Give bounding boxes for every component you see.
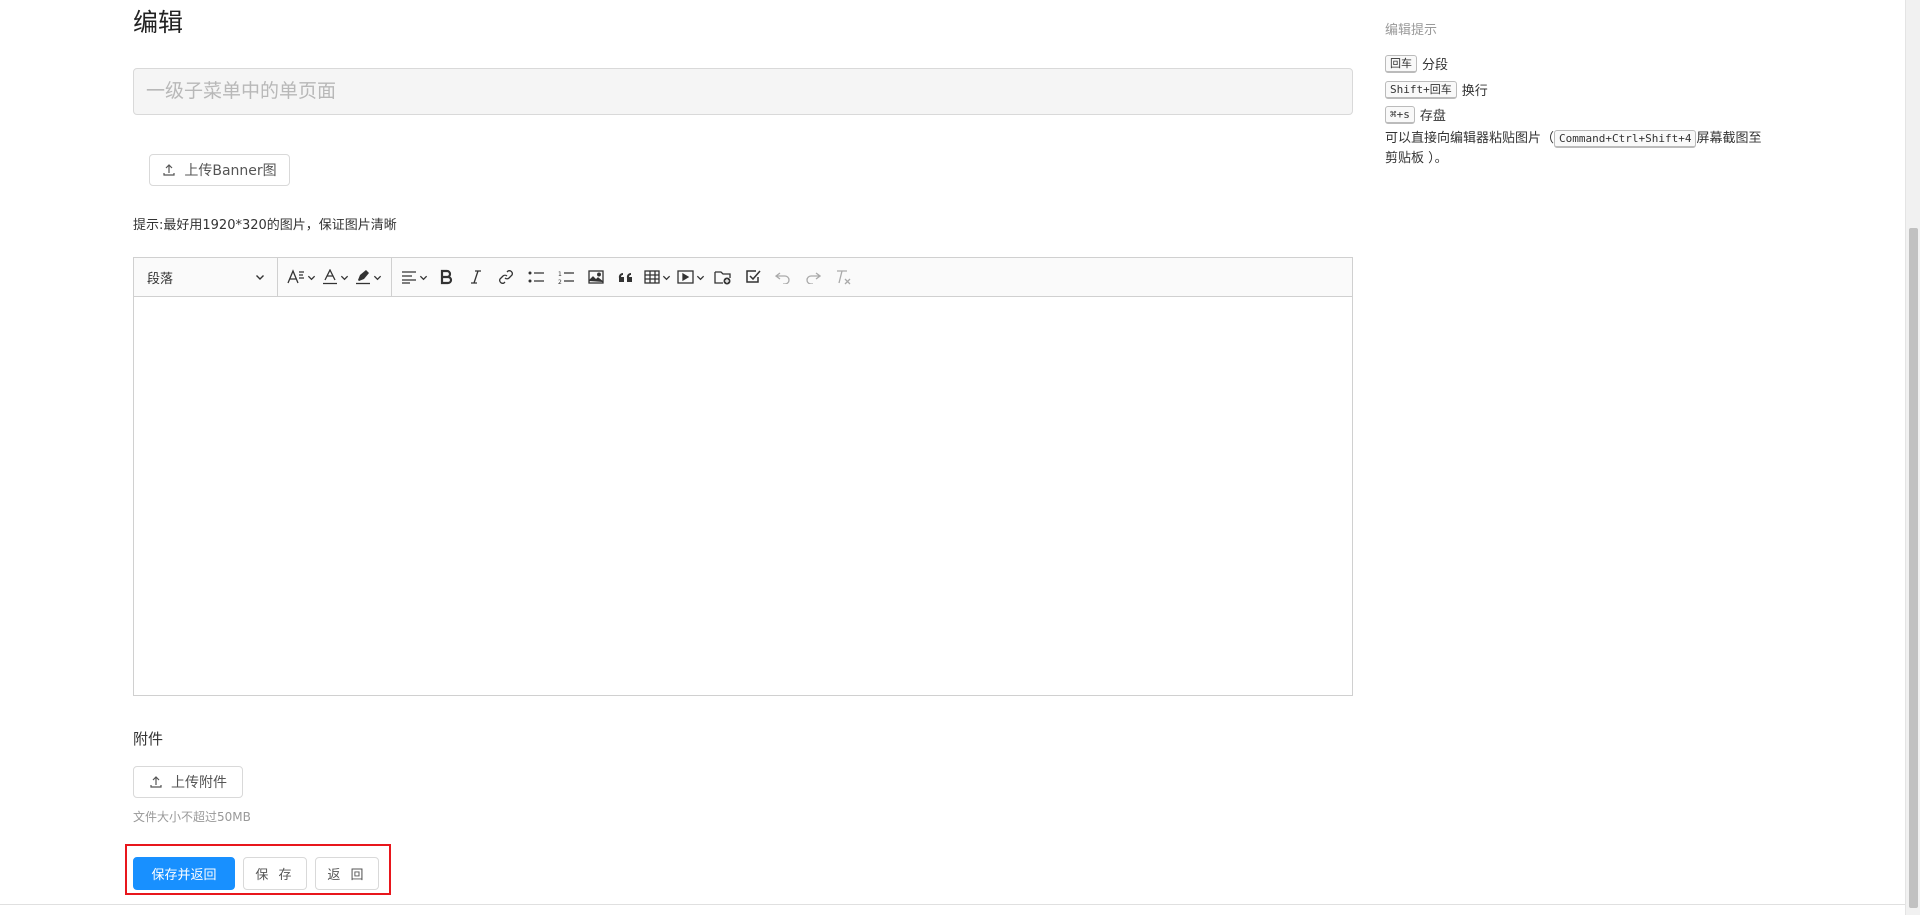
upload-icon	[150, 776, 162, 788]
clear-format-icon	[837, 270, 851, 285]
title-input[interactable]: 一级子菜单中的单页面	[133, 68, 1353, 115]
chevron-down-icon	[307, 275, 316, 280]
font-size-button[interactable]	[284, 263, 319, 291]
chevron-down-icon	[662, 275, 671, 280]
bulleted-list-button[interactable]	[521, 263, 551, 291]
video-icon	[677, 270, 694, 284]
image-button[interactable]	[581, 263, 611, 291]
numbered-list-button[interactable]: 12	[551, 263, 581, 291]
upload-banner-button[interactable]: 上传Banner图	[149, 154, 290, 186]
page-title: 编辑	[133, 8, 184, 37]
todo-button[interactable]	[738, 263, 768, 291]
font-color-button[interactable]	[319, 263, 352, 291]
svg-text:1: 1	[558, 271, 562, 278]
paste-tip: 可以直接向编辑器粘贴图片（ Command+Ctrl+Shift+4 屏幕截图至剪贴…	[1385, 129, 1765, 169]
tips-title: 编辑提示	[1385, 23, 1438, 38]
paste-tip-key: Command+Ctrl+Shift+4	[1554, 130, 1697, 148]
italic-icon	[471, 270, 481, 284]
insert-file-button[interactable]	[708, 263, 738, 291]
save-button[interactable]: 保 存	[243, 857, 307, 890]
undo-button[interactable]	[768, 263, 798, 291]
align-icon	[402, 271, 416, 284]
shortcut-key: 回车	[1385, 54, 1417, 73]
redo-icon	[806, 272, 821, 284]
shortcut-desc: 存盘	[1419, 109, 1446, 124]
quote-button[interactable]	[611, 263, 641, 291]
italic-button[interactable]	[461, 263, 491, 291]
link-icon	[499, 270, 513, 284]
shortcut-desc: 分段	[1422, 58, 1449, 73]
font-group	[278, 258, 392, 296]
banner-hint: 提示:最好用1920*320的图片，保证图片清晰	[133, 218, 397, 233]
table-button[interactable]	[641, 263, 674, 291]
vertical-scrollbar[interactable]	[1905, 0, 1920, 915]
format-group: 12	[392, 258, 864, 296]
link-button[interactable]	[491, 263, 521, 291]
clear-format-button[interactable]	[828, 263, 858, 291]
bold-icon	[440, 269, 453, 285]
shortcut-key: ⌘+s	[1385, 105, 1415, 124]
shortcut-item: ⌘+s 存盘	[1385, 105, 1446, 124]
image-icon	[588, 270, 604, 284]
undo-icon	[775, 272, 790, 284]
svg-text:2: 2	[558, 279, 562, 285]
table-icon	[644, 270, 660, 284]
chevron-down-icon	[340, 275, 349, 280]
chevron-down-icon	[696, 275, 705, 280]
shortcut-item: Shift+回车 换行	[1385, 80, 1488, 99]
align-button[interactable]	[398, 263, 431, 291]
background-color-icon	[356, 270, 370, 285]
bold-button[interactable]	[431, 263, 461, 291]
editor-toolbar: 段落 1 2	[134, 258, 1352, 297]
font-color-icon	[323, 269, 337, 285]
upload-icon	[163, 164, 175, 176]
paragraph-select[interactable]: 段落	[134, 258, 278, 296]
insert-file-icon	[714, 271, 731, 285]
paste-tip-prefix: 可以直接向编辑器粘贴图片（	[1385, 131, 1555, 146]
background-color-button[interactable]	[352, 263, 385, 291]
rich-text-editor: 段落 1 2	[133, 257, 1353, 696]
shortcut-item: 回车 分段	[1385, 54, 1448, 73]
redo-button[interactable]	[798, 263, 828, 291]
file-size-note: 文件大小不超过50MB	[133, 810, 251, 824]
video-button[interactable]	[674, 263, 708, 291]
chevron-down-icon	[256, 275, 264, 280]
upload-attachment-button[interactable]: 上传附件	[133, 766, 243, 798]
scrollbar-thumb[interactable]	[1909, 228, 1918, 908]
upload-attachment-label: 上传附件	[171, 775, 227, 791]
font-size-icon	[287, 269, 304, 284]
back-button[interactable]: 返 回	[315, 857, 379, 890]
chevron-down-icon	[373, 275, 382, 280]
footer-divider	[0, 904, 1905, 905]
shortcut-desc: 换行	[1461, 84, 1488, 99]
upload-banner-label: 上传Banner图	[184, 163, 277, 179]
attachments-label: 附件	[133, 730, 164, 748]
editor-content-area[interactable]	[134, 297, 1352, 695]
bulleted-list-icon	[528, 271, 544, 283]
chevron-down-icon	[419, 275, 428, 280]
quote-icon	[618, 272, 632, 282]
paragraph-select-value: 段落	[147, 271, 174, 287]
numbered-list-icon: 12	[558, 271, 574, 285]
save-and-return-button[interactable]: 保存并返回	[133, 857, 235, 890]
shortcut-key: Shift+回车	[1385, 80, 1457, 99]
todo-icon	[746, 270, 761, 283]
